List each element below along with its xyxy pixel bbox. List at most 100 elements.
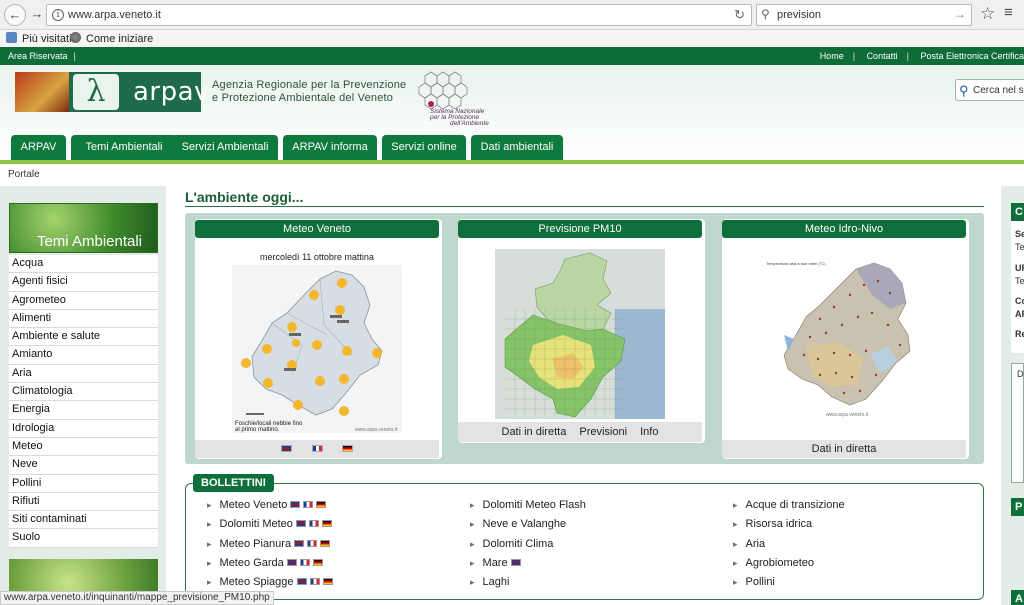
address-bar[interactable]: i www.arpa.veneto.it ↻	[46, 4, 752, 26]
site-search-input[interactable]: Cerca nel sito	[973, 85, 1024, 96]
french-flag-icon[interactable]	[307, 540, 318, 547]
browser-search-box[interactable]: ⚲ prevision →	[756, 4, 972, 26]
pm10-map-image[interactable]	[495, 249, 665, 419]
map-note: Foschie/locali nebbie fino al primo matt…	[235, 421, 303, 433]
bookmark-star-icon[interactable]: ☆	[980, 4, 995, 24]
bulletin-meteo-veneto[interactable]: ▸ Meteo Veneto	[207, 499, 327, 511]
info-link[interactable]: Info	[640, 426, 658, 438]
sidebar-item-suolo[interactable]: Suolo	[9, 529, 158, 548]
card-title[interactable]: Previsione PM10	[458, 220, 702, 238]
temperature-map-image[interactable]	[760, 255, 928, 425]
forward-arrow-icon[interactable]: →	[26, 4, 48, 26]
english-flag-icon[interactable]	[296, 578, 307, 585]
sidebar-item-meteo[interactable]: Meteo	[9, 438, 158, 457]
french-flag-icon[interactable]	[308, 520, 319, 527]
home-link[interactable]: Home	[820, 51, 844, 61]
back-arrow-icon[interactable]: ←	[4, 4, 26, 26]
sidebar-item-siti-contaminati[interactable]: Siti contaminati	[9, 511, 158, 530]
bulletin-mare[interactable]: ▸ Mare	[470, 557, 521, 569]
page-title: L'ambiente oggi...	[185, 189, 304, 205]
pec-link[interactable]: Posta Elettronica Certifica	[920, 51, 1024, 61]
german-flag-icon[interactable]	[321, 520, 332, 527]
sidebar-item-rifiuti[interactable]: Rifiuti	[9, 493, 158, 512]
sidebar-item-agenti-fisici[interactable]: Agenti fisici	[9, 273, 158, 292]
bulletin-pollini[interactable]: ▸ Pollini	[733, 576, 775, 588]
previsioni-link[interactable]: Previsioni	[579, 426, 627, 438]
bookmark-most-visited[interactable]: Più visitati	[6, 32, 72, 45]
german-flag-icon[interactable]	[341, 445, 353, 452]
english-flag-icon[interactable]	[281, 445, 293, 452]
bookmark-getting-started[interactable]: Come iniziare	[70, 32, 153, 45]
right-box-header[interactable]: A	[1011, 590, 1024, 605]
reserved-area-link[interactable]: Area Riservata |	[8, 51, 82, 61]
bulletin-laghi[interactable]: ▸ Laghi	[470, 576, 509, 588]
english-flag-icon[interactable]	[290, 501, 301, 508]
bulletin-dolomiti-meteo-flash[interactable]: ▸ Dolomiti Meteo Flash	[470, 499, 586, 511]
bulletin-meteo-garda[interactable]: ▸ Meteo Garda	[207, 557, 323, 569]
temi-ambientali-banner[interactable]: Temi Ambientali	[9, 203, 158, 253]
right-box-header[interactable]: C	[1011, 203, 1024, 221]
tab-temi-ambientali[interactable]: Temi Ambientali	[71, 135, 177, 160]
sidebar-item-alimenti[interactable]: Alimenti	[9, 310, 158, 329]
dati-in-diretta-link[interactable]: Dati in diretta	[812, 443, 877, 455]
german-flag-icon[interactable]	[312, 559, 323, 566]
dati-in-diretta-link[interactable]: Dati in diretta	[502, 426, 567, 438]
reload-icon[interactable]: ↻	[734, 7, 745, 23]
bulletin-acque-di-transizione[interactable]: ▸ Acque di transizione	[733, 499, 845, 511]
right-box-header[interactable]: P	[1011, 498, 1024, 516]
search-icon[interactable]: ⚲	[959, 83, 969, 99]
french-flag-icon[interactable]	[309, 578, 320, 585]
bulletin-meteo-pianura[interactable]: ▸ Meteo Pianura	[207, 538, 331, 550]
tab-dati-ambientali[interactable]: Dati ambientali	[471, 135, 563, 160]
weather-map-image[interactable]	[232, 265, 402, 433]
french-flag-icon[interactable]	[303, 501, 314, 508]
bulletin-risorsa-idrica[interactable]: ▸ Risorsa idrica	[733, 518, 812, 530]
english-flag-icon[interactable]	[286, 559, 297, 566]
sidebar-item-acqua[interactable]: Acqua	[9, 255, 158, 274]
right-text[interactable]: Se	[1015, 229, 1024, 239]
bulletin-meteo-spiagge[interactable]: ▸ Meteo Spiagge	[207, 576, 333, 588]
arpav-logo[interactable]: λ arpav	[15, 72, 209, 112]
sidebar-item-amianto[interactable]: Amianto	[9, 346, 158, 365]
german-flag-icon[interactable]	[322, 578, 333, 585]
sidebar-item-aria[interactable]: Aria	[9, 365, 158, 384]
sidebar-item-ambiente-e-salute[interactable]: Ambiente e salute	[9, 328, 158, 347]
right-text: Te	[1015, 276, 1024, 286]
breadcrumb[interactable]: Portale	[8, 169, 40, 180]
tab-arpav-informa[interactable]: ARPAV informa	[283, 135, 377, 160]
sidebar-item-neve[interactable]: Neve	[9, 456, 158, 475]
right-text[interactable]: Co	[1015, 296, 1024, 306]
sidebar-item-idrologia[interactable]: Idrologia	[9, 420, 158, 438]
contacts-link[interactable]: Contatti	[867, 51, 898, 61]
english-flag-icon[interactable]	[510, 559, 521, 566]
french-flag-icon[interactable]	[299, 559, 310, 566]
tab-servizi-online[interactable]: Servizi online	[382, 135, 466, 160]
info-icon[interactable]: i	[52, 9, 64, 21]
card-title[interactable]: Meteo Idro-Nivo	[722, 220, 966, 238]
german-flag-icon[interactable]	[316, 501, 327, 508]
bulletin-neve-e-valanghe[interactable]: ▸ Neve e Valanghe	[470, 518, 566, 530]
tab-servizi-ambientali[interactable]: Servizi Ambientali	[172, 135, 278, 160]
url-text[interactable]: www.arpa.veneto.it	[68, 9, 161, 21]
right-text[interactable]: UR	[1015, 263, 1024, 273]
french-flag-icon[interactable]	[311, 445, 323, 452]
sidebar-item-pollini[interactable]: Pollini	[9, 475, 158, 493]
tab-arpav[interactable]: ARPAV	[11, 135, 66, 160]
browser-search-input[interactable]: prevision	[777, 9, 821, 21]
right-tab-label[interactable]: D	[1017, 369, 1024, 379]
search-go-arrow-icon[interactable]: →	[954, 7, 966, 21]
menu-icon[interactable]: ≡	[1004, 4, 1013, 21]
english-flag-icon[interactable]	[295, 520, 306, 527]
site-search-box[interactable]: ⚲ Cerca nel sito	[955, 79, 1024, 101]
german-flag-icon[interactable]	[320, 540, 331, 547]
english-flag-icon[interactable]	[294, 540, 305, 547]
bulletin-dolomiti-clima[interactable]: ▸ Dolomiti Clima	[470, 538, 553, 550]
bulletin-aria[interactable]: ▸ Aria	[733, 538, 765, 550]
bulletin-agrobiometeo[interactable]: ▸ Agrobiometeo	[733, 557, 814, 569]
sidebar-item-energia[interactable]: Energia	[9, 401, 158, 420]
right-text[interactable]: Re	[1015, 329, 1024, 339]
sidebar-item-agrometeo[interactable]: Agrometeo	[9, 292, 158, 310]
bulletin-dolomiti-meteo[interactable]: ▸ Dolomiti Meteo	[207, 518, 332, 530]
sidebar-item-climatologia[interactable]: Climatologia	[9, 383, 158, 402]
card-title[interactable]: Meteo Veneto	[195, 220, 439, 238]
